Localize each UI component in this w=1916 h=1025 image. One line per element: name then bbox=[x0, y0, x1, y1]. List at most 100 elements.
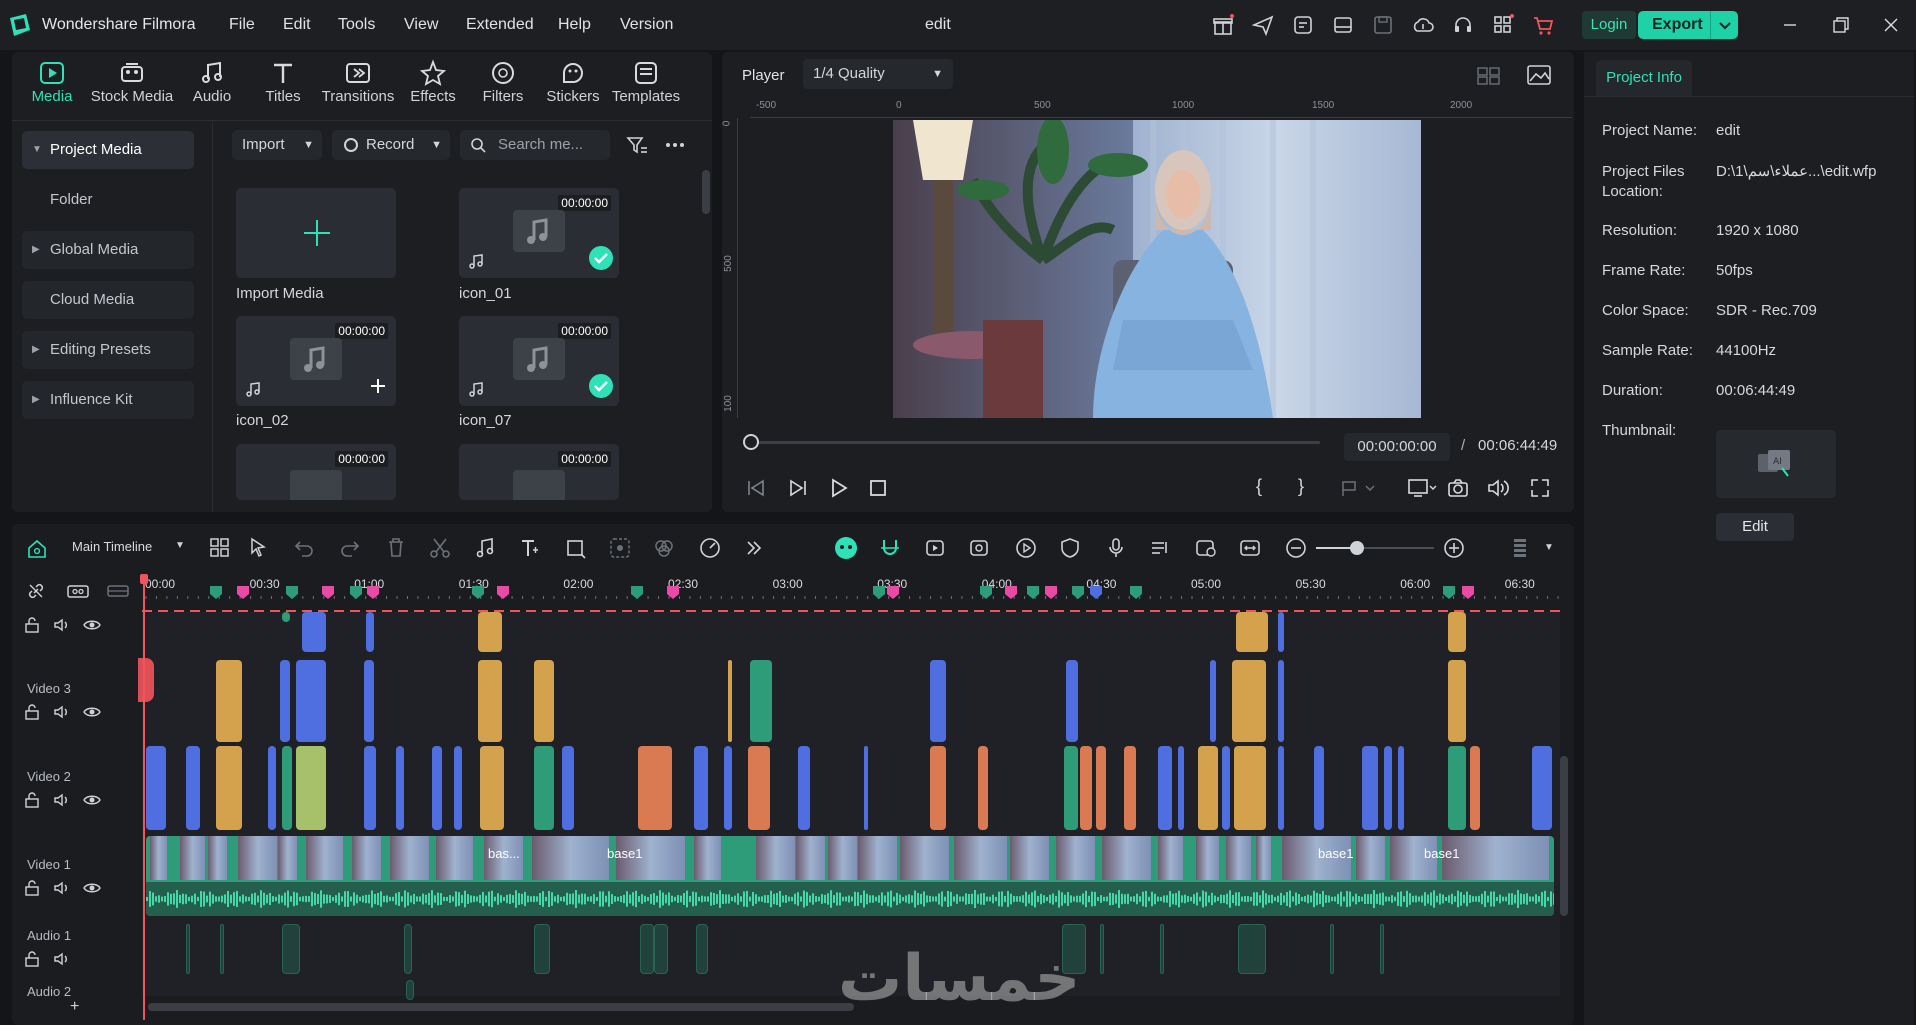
tab-transitions[interactable]: Transitions bbox=[318, 58, 398, 114]
speed-ai-icon[interactable] bbox=[698, 536, 722, 560]
timeline-clip[interactable] bbox=[1080, 746, 1092, 830]
timeline-clip[interactable] bbox=[1448, 746, 1466, 830]
display-icon[interactable] bbox=[1406, 476, 1438, 500]
text-tool-icon[interactable] bbox=[518, 536, 542, 560]
timeline-clip[interactable] bbox=[268, 746, 276, 830]
tab-media[interactable]: Media bbox=[16, 58, 88, 114]
stop-icon[interactable] bbox=[866, 476, 890, 500]
tab-effects[interactable]: Effects bbox=[400, 58, 466, 114]
timeline-clip[interactable] bbox=[750, 660, 772, 742]
speaker-icon[interactable] bbox=[53, 950, 71, 968]
timeline-clip[interactable] bbox=[146, 746, 166, 830]
playback-progress-track[interactable] bbox=[748, 441, 1320, 444]
fullscreen-icon[interactable] bbox=[1528, 476, 1552, 500]
restore-icon[interactable] bbox=[1830, 14, 1852, 36]
voiceover-icon[interactable] bbox=[1194, 536, 1218, 560]
timeline-clip[interactable] bbox=[280, 660, 290, 742]
record-dropdown[interactable]: Record ▼ bbox=[332, 130, 450, 160]
timeline-clip[interactable] bbox=[454, 746, 462, 830]
sidebar-item-influence-kit[interactable]: ▶ Influence Kit bbox=[22, 381, 194, 419]
edit-thumbnail-button[interactable]: Edit bbox=[1716, 513, 1794, 541]
layout-grid-icon[interactable] bbox=[208, 536, 232, 560]
video-preview[interactable] bbox=[893, 120, 1421, 418]
timeline-clip[interactable] bbox=[282, 612, 290, 622]
zoom-out-icon[interactable] bbox=[1284, 536, 1308, 560]
sidebar-item-folder[interactable]: Folder bbox=[22, 181, 194, 219]
shield-icon[interactable] bbox=[1058, 536, 1082, 560]
timeline-clip[interactable] bbox=[1278, 746, 1284, 830]
timeline-clip[interactable] bbox=[1234, 746, 1266, 830]
timeline-clip[interactable] bbox=[694, 746, 708, 830]
timeline-clip[interactable] bbox=[1330, 924, 1334, 974]
timeline-clip[interactable] bbox=[296, 746, 326, 830]
timeline-clip[interactable] bbox=[1100, 924, 1104, 974]
menu-help[interactable]: Help bbox=[558, 16, 591, 34]
playhead-handle[interactable] bbox=[140, 574, 148, 584]
menu-version[interactable]: Version bbox=[620, 16, 673, 34]
play-icon[interactable] bbox=[826, 476, 850, 500]
timeline-clip[interactable] bbox=[404, 924, 412, 974]
speaker-icon[interactable] bbox=[53, 703, 71, 721]
timeline-clip[interactable] bbox=[930, 746, 946, 830]
thumbnail-preview[interactable]: AI bbox=[1716, 430, 1836, 498]
lock-icon[interactable] bbox=[23, 950, 41, 968]
timeline-clip[interactable] bbox=[1064, 746, 1078, 830]
layout-icon[interactable] bbox=[1332, 14, 1354, 36]
audio-edit-icon[interactable] bbox=[472, 536, 496, 560]
timeline-clip[interactable] bbox=[534, 660, 554, 742]
timeline-clip[interactable] bbox=[978, 746, 988, 830]
mark-in-icon[interactable]: { bbox=[1256, 476, 1280, 500]
lock-icon[interactable] bbox=[23, 791, 41, 809]
render-preview-icon[interactable] bbox=[1014, 536, 1038, 560]
timeline-clip[interactable] bbox=[696, 924, 708, 974]
media-card-icon-02[interactable]: 00:00:00 bbox=[236, 316, 396, 406]
news-icon[interactable] bbox=[1292, 14, 1314, 36]
timeline-clip[interactable] bbox=[1398, 746, 1404, 830]
timeline-clip[interactable] bbox=[728, 660, 732, 742]
tab-filters[interactable]: Filters bbox=[470, 58, 536, 114]
timeline-clip[interactable] bbox=[1448, 612, 1466, 652]
eye-icon[interactable] bbox=[83, 703, 101, 721]
import-media-card[interactable] bbox=[236, 188, 396, 278]
speaker-icon[interactable] bbox=[53, 791, 71, 809]
timeline-clip[interactable] bbox=[396, 746, 404, 830]
eye-icon[interactable] bbox=[83, 791, 101, 809]
timeline-clip[interactable] bbox=[1362, 746, 1378, 830]
timeline-clip[interactable] bbox=[640, 924, 654, 974]
quality-dropdown[interactable]: 1/4 Quality ▼ bbox=[803, 59, 953, 89]
sidebar-item-editing-presets[interactable]: ▶ Editing Presets bbox=[22, 331, 194, 369]
timeline-clip[interactable] bbox=[748, 746, 770, 830]
prev-frame-icon[interactable] bbox=[744, 476, 768, 500]
close-icon[interactable] bbox=[1880, 14, 1902, 36]
timeline-clip[interactable] bbox=[534, 924, 550, 974]
save-icon[interactable] bbox=[1372, 14, 1394, 36]
snapshot-icon[interactable] bbox=[1446, 476, 1470, 500]
delete-icon[interactable] bbox=[384, 536, 408, 560]
timeline-clip[interactable] bbox=[364, 660, 374, 742]
tab-project-info[interactable]: Project Info bbox=[1596, 60, 1692, 96]
timeline-clip[interactable] bbox=[1210, 660, 1216, 742]
timeline-clip[interactable] bbox=[1178, 746, 1184, 830]
timeline-clip[interactable] bbox=[864, 746, 868, 830]
undo-icon[interactable] bbox=[292, 536, 316, 560]
timeline-clip[interactable] bbox=[1232, 660, 1266, 742]
export-dropdown-icon[interactable] bbox=[1710, 11, 1738, 39]
timeline-clip[interactable] bbox=[534, 746, 554, 830]
magnet-snap-icon[interactable] bbox=[878, 536, 902, 560]
auto-ripple-icon[interactable] bbox=[924, 536, 948, 560]
add-track-icon[interactable] bbox=[66, 582, 90, 600]
timeline-clip[interactable] bbox=[186, 746, 200, 830]
timeline-clip[interactable] bbox=[302, 612, 326, 652]
headset-icon[interactable] bbox=[1452, 14, 1474, 36]
add-track-plus-icon[interactable]: + bbox=[70, 998, 79, 1016]
microphone-icon[interactable] bbox=[1104, 536, 1128, 560]
timeline-clip[interactable] bbox=[296, 660, 326, 742]
eye-icon[interactable] bbox=[83, 879, 101, 897]
lock-icon[interactable] bbox=[23, 879, 41, 897]
timeline-clip[interactable] bbox=[724, 746, 732, 830]
speaker-icon[interactable] bbox=[53, 879, 71, 897]
timeline-clip[interactable] bbox=[654, 924, 668, 974]
timeline-horizontal-scrollbar[interactable] bbox=[148, 1003, 854, 1011]
media-card-icon-01[interactable]: 00:00:00 bbox=[459, 188, 619, 278]
minimize-icon[interactable] bbox=[1779, 14, 1801, 36]
